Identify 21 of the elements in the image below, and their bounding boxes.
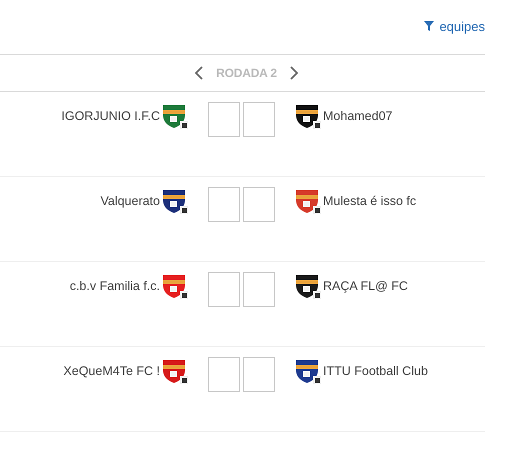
team-name: c.b.v Familia f.c. [70, 279, 160, 293]
team-name: ITTU Football Club [323, 364, 428, 378]
team-name: IGORJUNIO I.F.C [61, 109, 160, 123]
previous-button[interactable] [194, 65, 204, 81]
team-name: XeQueM4Te FC ! [63, 364, 160, 378]
score-field[interactable] [243, 272, 275, 307]
score-field[interactable] [208, 187, 240, 222]
filter-link[interactable]: equipes [424, 18, 485, 34]
team-name: Mohamed07 [323, 109, 392, 123]
team-name: Mulesta é isso fc [323, 194, 416, 208]
score-field[interactable] [243, 102, 275, 137]
round-title: RODADA 2 [216, 66, 277, 80]
team-name: RAÇA FL@ FC [323, 279, 408, 293]
score-field[interactable] [208, 102, 240, 137]
score-field[interactable] [208, 272, 240, 307]
next-button[interactable] [288, 65, 299, 81]
score-field[interactable] [208, 357, 240, 392]
score-field[interactable] [243, 187, 275, 222]
score-field[interactable] [243, 357, 275, 392]
filter-icon [424, 21, 434, 31]
team-name: Valquerato [100, 194, 160, 208]
